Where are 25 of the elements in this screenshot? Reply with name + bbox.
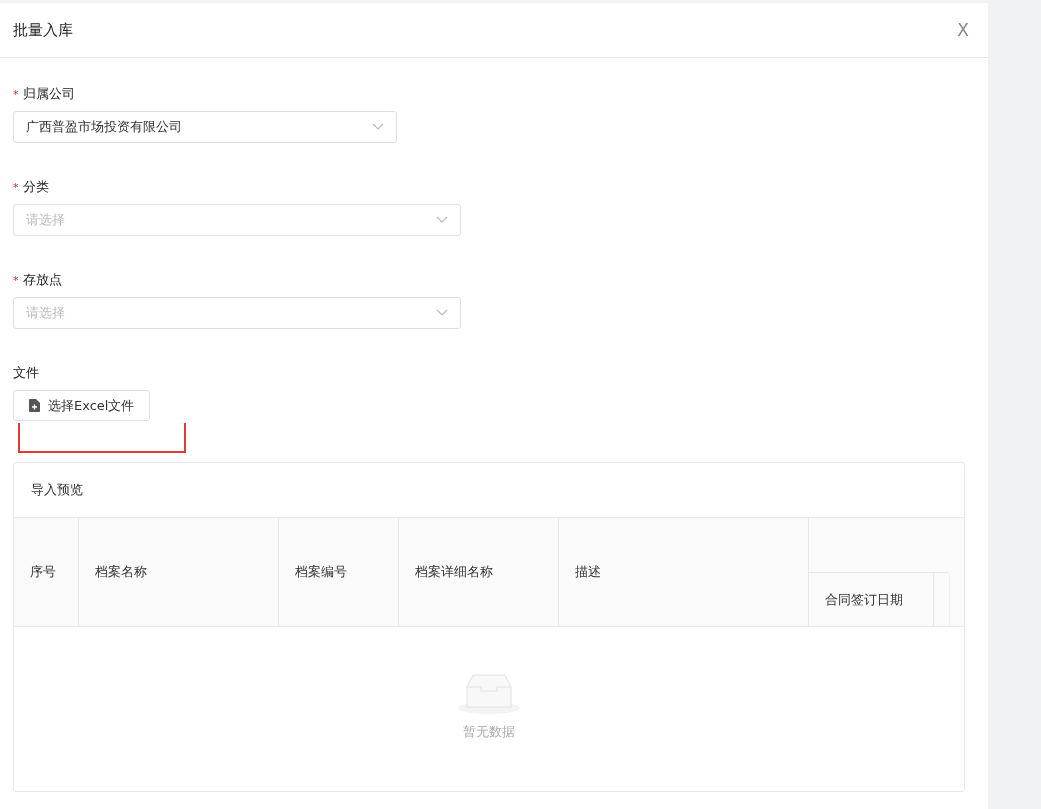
required-mark: * [13,87,19,101]
column-header: 档案编号 [279,518,399,626]
upload-button[interactable]: 选择Excel文件 [13,390,151,421]
column-header: 档案详细名称 [399,518,559,626]
field-label: 文件 [13,364,39,382]
dialog-title: 批量入库 [13,20,73,40]
select-field[interactable]: 广西普盈市场投资有限公司 [13,111,397,143]
chevron-down-icon [436,309,448,317]
chevron-down-icon [436,216,448,224]
select-field[interactable]: 请选择 [13,297,461,329]
file-plus-icon [29,399,40,412]
required-mark: * [13,273,19,287]
required-mark: * [13,180,19,194]
empty-text: 暂无数据 [463,723,515,741]
empty-tray-icon [457,673,521,715]
field-label: 存放点 [22,271,62,289]
chevron-down-icon [372,123,384,131]
column-header: 序号 [14,518,79,626]
field-label: 归属公司 [22,85,75,103]
column-header: 档案名称 [79,518,279,626]
close-button[interactable]: X [951,20,975,40]
field-label: 分类 [22,178,49,196]
select-field[interactable]: 请选择 [13,204,461,236]
column-header: 合同签订日期 [809,573,934,626]
column-header: 描述 [559,518,809,626]
